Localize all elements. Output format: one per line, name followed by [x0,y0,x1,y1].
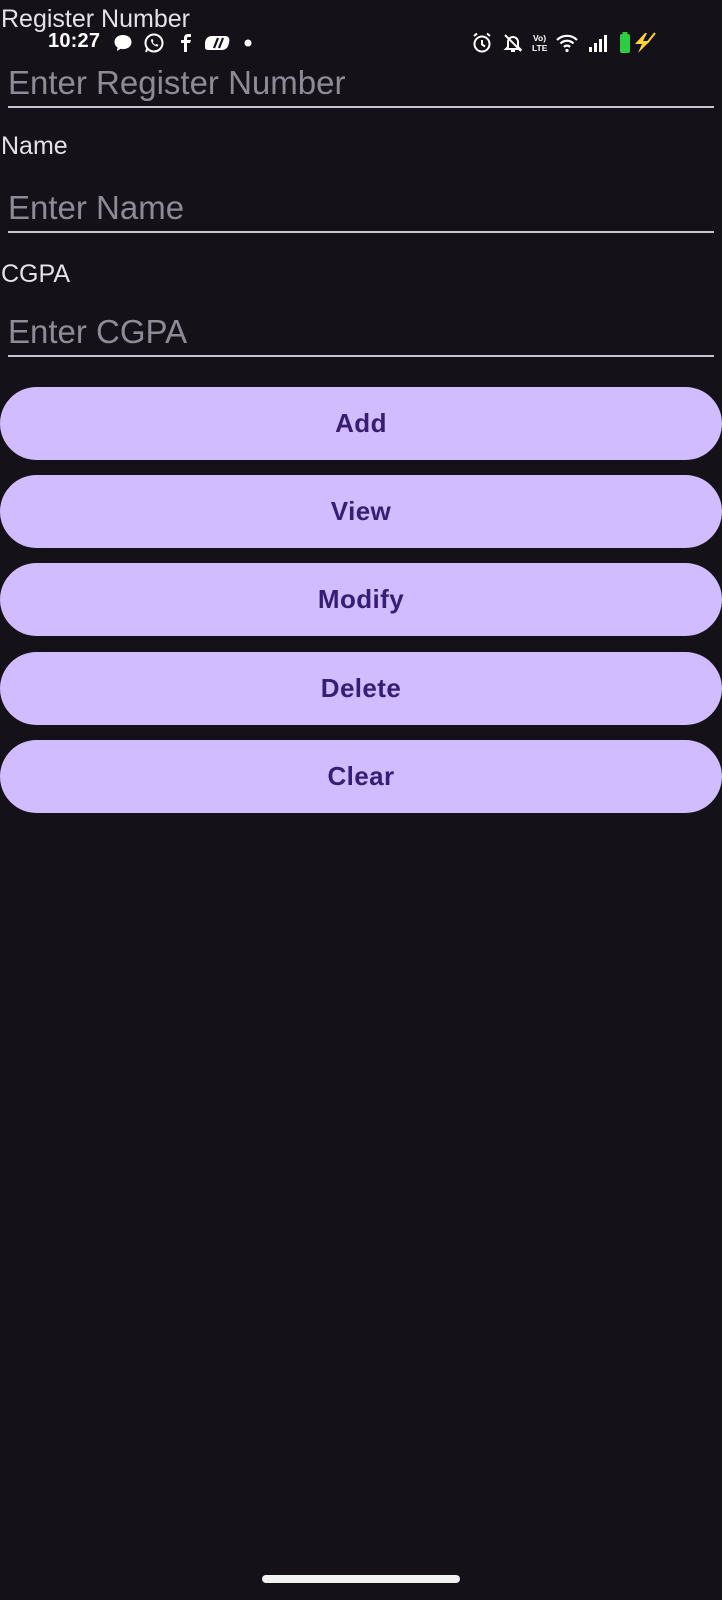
register-number-input[interactable] [8,60,714,108]
cgpa-label: CGPA [1,260,70,288]
delete-button[interactable]: Delete [0,652,722,725]
signal-icon [586,33,610,53]
view-button[interactable]: View [0,475,722,548]
app-icon [204,33,234,53]
cgpa-input[interactable] [8,309,714,357]
svg-text:LTE: LTE [532,43,548,53]
clear-button[interactable]: Clear [0,740,722,813]
silent-bell-icon [501,33,525,53]
name-label: Name [1,132,68,160]
register-number-label: Register Number [1,5,190,33]
dot-icon [242,33,254,53]
volte-icon: Vo) LTE [530,33,552,53]
fb-icon [178,33,194,53]
whatsapp-icon [142,33,166,53]
chat-bubble-icon [112,33,134,53]
alarm-icon [470,32,494,53]
wifi-icon [554,33,580,53]
modify-button[interactable]: Modify [0,563,722,636]
add-button[interactable]: Add [0,387,722,460]
svg-text:Vo): Vo) [533,33,546,43]
home-indicator[interactable] [262,1575,460,1583]
name-input[interactable] [8,185,714,233]
battery-charging-icon [616,32,664,53]
